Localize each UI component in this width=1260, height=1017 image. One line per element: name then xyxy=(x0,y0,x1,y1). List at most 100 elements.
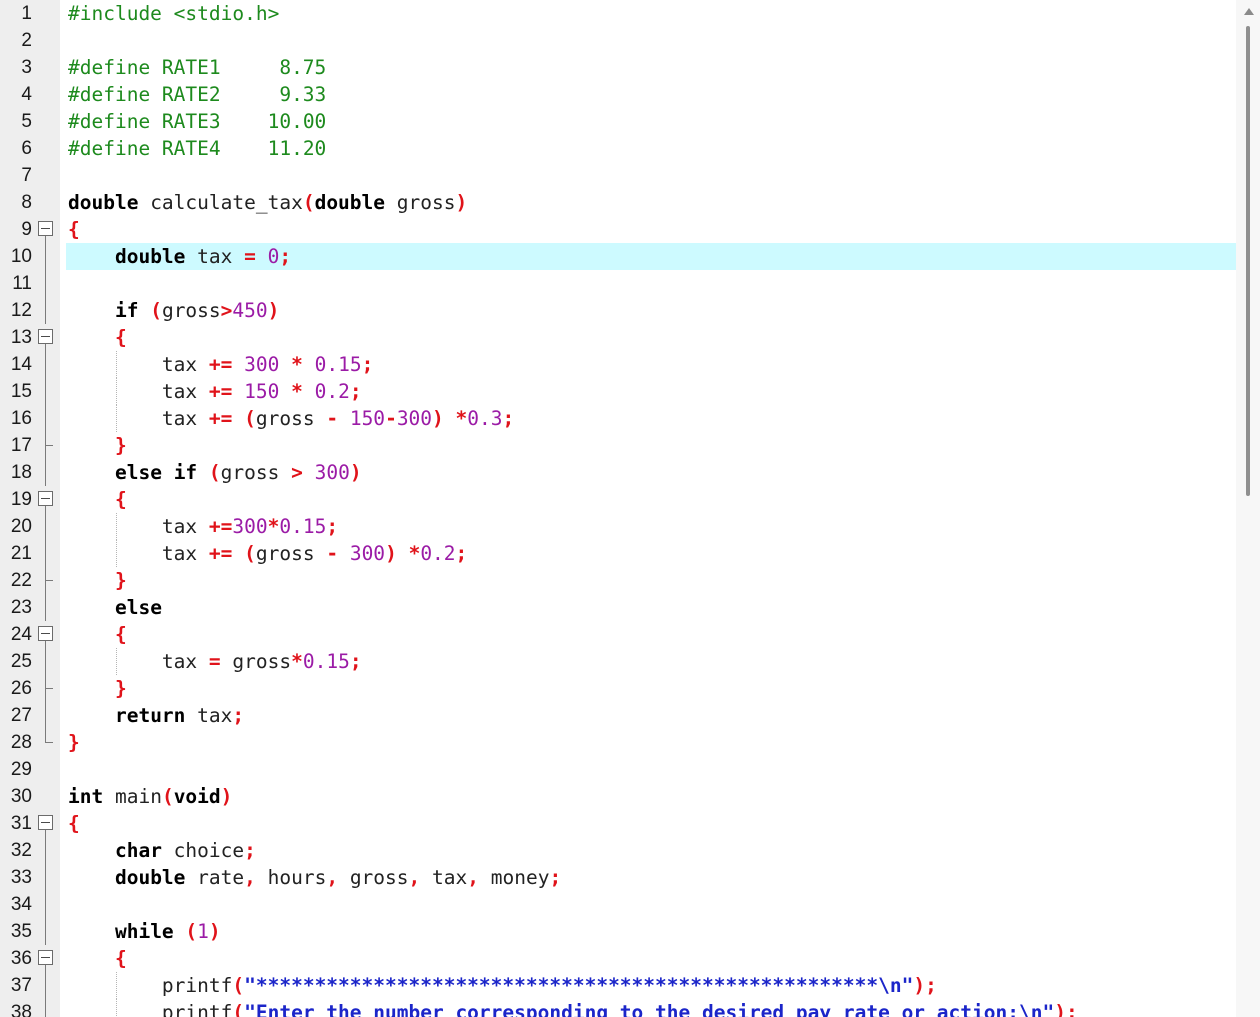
code-line[interactable]: 23 else xyxy=(0,594,1236,621)
code-token: ) xyxy=(913,974,926,997)
code-line[interactable]: 24 { xyxy=(0,621,1236,648)
code-line[interactable]: 37 printf("*****************************… xyxy=(0,972,1236,999)
code-line[interactable]: 28} xyxy=(0,729,1236,756)
code-text: double rate, hours, gross, tax, money; xyxy=(68,864,561,891)
code-text: } xyxy=(68,675,127,702)
code-line[interactable]: 16 tax += (gross - 150-300) *0.3; xyxy=(0,405,1236,432)
fold-collapse-icon[interactable] xyxy=(37,945,57,972)
code-text: else if (gross > 300) xyxy=(68,459,362,486)
line-number: 29 xyxy=(10,759,32,780)
fold-collapse-icon[interactable] xyxy=(37,621,57,648)
code-token: gross xyxy=(338,866,409,889)
code-text: return tax; xyxy=(68,702,244,729)
code-line[interactable]: 33 double rate, hours, gross, tax, money… xyxy=(0,864,1236,891)
fold-line xyxy=(37,918,57,945)
code-line[interactable]: 32 char choice; xyxy=(0,837,1236,864)
code-token: ; xyxy=(349,650,362,673)
code-line[interactable]: 10 double tax = 0; xyxy=(0,243,1236,270)
code-line[interactable]: 1 #include <stdio.h> xyxy=(0,0,1236,27)
code-line[interactable]: 27 return tax; xyxy=(0,702,1236,729)
code-text: } xyxy=(68,567,127,594)
fold-line xyxy=(37,378,57,405)
line-number: 35 xyxy=(10,921,32,942)
code-line[interactable]: 36 { xyxy=(0,945,1236,972)
code-line[interactable]: 15 tax += 150 * 0.2; xyxy=(0,378,1236,405)
code-line[interactable]: 19 { xyxy=(0,486,1236,513)
code-line[interactable]: 6 #define RATE4 11.20 xyxy=(0,135,1236,162)
code-line[interactable]: 22 } xyxy=(0,567,1236,594)
code-token: * xyxy=(455,407,468,430)
fold-collapse-icon[interactable] xyxy=(37,810,57,837)
fold-line xyxy=(37,270,57,297)
code-text: { xyxy=(68,945,127,972)
line-number: 30 xyxy=(10,786,32,807)
code-token: 300 xyxy=(232,515,268,538)
code-line[interactable]: 3 #define RATE1 8.75 xyxy=(0,54,1236,81)
scrollbar-thumb[interactable] xyxy=(1246,26,1250,496)
fold-line xyxy=(37,540,57,567)
code-token: ; xyxy=(1065,1001,1078,1017)
code-token: char xyxy=(114,839,162,862)
code-token: double xyxy=(68,191,139,214)
fold-line xyxy=(37,648,57,675)
code-line[interactable]: 38 printf("Enter the number correspondin… xyxy=(0,999,1236,1017)
code-token: tax xyxy=(68,380,209,403)
code-text: printf("********************************… xyxy=(68,972,937,999)
code-line[interactable]: 17 } xyxy=(0,432,1236,459)
fold-collapse-icon[interactable] xyxy=(37,324,57,351)
code-token: double xyxy=(314,191,386,214)
code-line[interactable]: 26 } xyxy=(0,675,1236,702)
fold-collapse-icon[interactable] xyxy=(37,216,57,243)
code-line[interactable]: 13 { xyxy=(0,324,1236,351)
code-line[interactable]: 8 double calculate_tax(double gross) xyxy=(0,189,1236,216)
code-token: ) xyxy=(432,407,444,430)
code-line[interactable]: 34 xyxy=(0,891,1236,918)
code-token: , xyxy=(326,866,339,889)
line-number: 24 xyxy=(10,624,32,645)
code-line[interactable]: 18 else if (gross > 300) xyxy=(0,459,1236,486)
line-number: 18 xyxy=(10,462,32,483)
code-line[interactable]: 12 if (gross>450) xyxy=(0,297,1236,324)
code-line[interactable]: 4 #define RATE2 9.33 xyxy=(0,81,1236,108)
code-text: tax += 150 * 0.2; xyxy=(68,378,362,405)
code-line[interactable]: 20 tax +=300*0.15; xyxy=(0,513,1236,540)
code-line[interactable]: 14 tax += 300 * 0.15; xyxy=(0,351,1236,378)
fold-collapse-icon[interactable] xyxy=(37,486,57,513)
line-number: 2 xyxy=(21,30,32,51)
code-line[interactable]: 21 tax += (gross - 300) *0.2; xyxy=(0,540,1236,567)
code-token: if xyxy=(114,299,139,322)
code-line[interactable]: 25 tax = gross*0.15; xyxy=(0,648,1236,675)
fold-line xyxy=(37,702,57,729)
code-line[interactable]: 31 { xyxy=(0,810,1236,837)
code-line[interactable]: 5 #define RATE3 10.00 xyxy=(0,108,1236,135)
code-token: 150 xyxy=(244,380,280,403)
line-number: 27 xyxy=(10,705,32,726)
code-line[interactable]: 2 xyxy=(0,27,1236,54)
code-token: { xyxy=(114,488,127,511)
code-token: calculate_tax xyxy=(138,191,303,214)
line-number: 8 xyxy=(21,192,32,213)
code-token: ( xyxy=(185,920,198,943)
line-number: 1 xyxy=(21,3,32,24)
fold-line xyxy=(37,405,57,432)
code-line[interactable]: 29 xyxy=(0,756,1236,783)
arrow-up-icon[interactable] xyxy=(1244,8,1254,15)
code-line[interactable]: 35 while (1) xyxy=(0,918,1236,945)
code-line[interactable]: 30 int main(void) xyxy=(0,783,1236,810)
code-line[interactable]: 7 xyxy=(0,162,1236,189)
code-line[interactable]: 9{ xyxy=(0,216,1236,243)
code-token: \n xyxy=(878,974,902,997)
vertical-scrollbar[interactable] xyxy=(1236,0,1260,1017)
code-token: * xyxy=(291,353,303,376)
code-token: 0.2 xyxy=(314,380,350,403)
code-editor[interactable]: 1 #include <stdio.h> 2 3 #define RATE1 8.75 4… xyxy=(0,0,1260,1017)
code-token: 11.20 xyxy=(267,137,327,160)
code-token: #define RATE3 xyxy=(68,110,268,133)
code-token: > xyxy=(220,299,233,322)
code-line[interactable]: 11 xyxy=(0,270,1236,297)
fold-line xyxy=(37,351,57,378)
